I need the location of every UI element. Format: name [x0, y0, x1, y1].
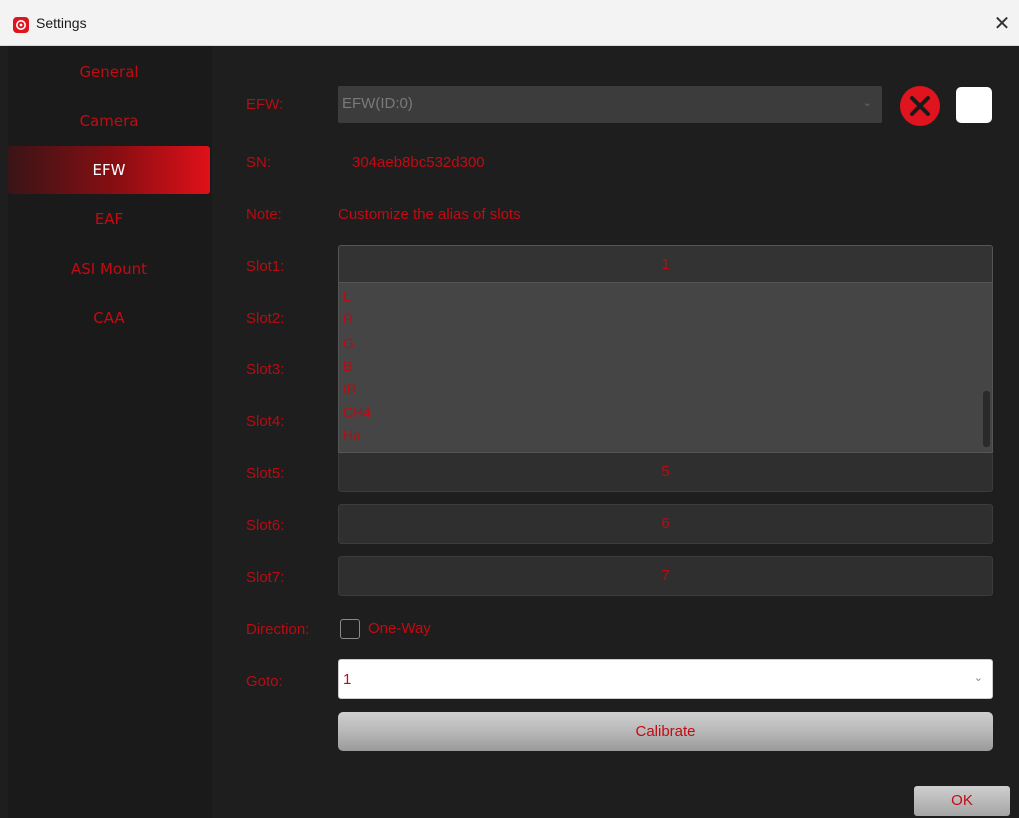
- dropdown-option[interactable]: B: [343, 358, 352, 374]
- efw-device-select[interactable]: EFW(ID:0) ⌄: [338, 86, 882, 123]
- close-icon[interactable]: ✕: [989, 10, 1015, 36]
- sn-value: 304aeb8bc532d300: [352, 154, 485, 171]
- window-title: Settings: [36, 15, 87, 31]
- dropdown-option[interactable]: CH4: [343, 404, 371, 420]
- title-bar: Settings ✕: [0, 0, 1019, 46]
- sidebar: General Camera EFW EAF ASI Mount CAA: [8, 46, 212, 818]
- note-text: Customize the alias of slots: [338, 206, 521, 223]
- note-label: Note:: [246, 206, 282, 223]
- efw-settings-panel: EFW: EFW(ID:0) ⌄ SN: 304aeb8bc532d300 No…: [212, 46, 1019, 818]
- efw-label: EFW:: [246, 96, 284, 113]
- slot5-select[interactable]: 5: [338, 452, 993, 492]
- slot1-label: Slot1:: [246, 258, 285, 275]
- chevron-down-icon: ⌄: [862, 96, 872, 109]
- goto-label: Goto:: [246, 673, 283, 690]
- sidebar-item-eaf[interactable]: EAF: [8, 195, 210, 243]
- ok-button[interactable]: OK: [914, 786, 1010, 816]
- efw-selected-value: EFW(ID:0): [342, 95, 413, 112]
- dropdown-option[interactable]: G: [343, 335, 354, 351]
- sn-label: SN:: [246, 154, 272, 171]
- dropdown-option[interactable]: L: [343, 288, 351, 304]
- slot5-label: Slot5:: [246, 465, 285, 482]
- efw-settings-button[interactable]: [956, 87, 992, 123]
- close-circle-icon: [910, 96, 930, 116]
- slot4-label: Slot4:: [246, 413, 285, 430]
- one-way-checkbox[interactable]: [340, 619, 360, 639]
- slot6-label: Slot6:: [246, 517, 285, 534]
- one-way-label[interactable]: One-Way: [368, 620, 431, 637]
- slot2-label: Slot2:: [246, 310, 285, 327]
- sidebar-item-efw[interactable]: EFW: [8, 146, 210, 194]
- sidebar-item-caa[interactable]: CAA: [8, 294, 210, 342]
- app-logo-icon: [13, 17, 29, 33]
- sidebar-item-asi-mount[interactable]: ASI Mount: [8, 245, 210, 293]
- dropdown-scrollbar[interactable]: [983, 391, 990, 447]
- slot3-label: Slot3:: [246, 361, 285, 378]
- sidebar-item-general[interactable]: General: [8, 48, 210, 96]
- goto-select[interactable]: 1 ⌄: [338, 659, 993, 699]
- sidebar-item-camera[interactable]: Camera: [8, 97, 210, 145]
- dropdown-option[interactable]: Ha: [343, 427, 361, 443]
- slot1-select[interactable]: 1: [338, 245, 993, 285]
- dropdown-option[interactable]: IR: [343, 381, 357, 397]
- slot7-label: Slot7:: [246, 569, 285, 586]
- direction-label: Direction:: [246, 621, 310, 638]
- slot6-select[interactable]: 6: [338, 504, 993, 544]
- dropdown-option[interactable]: R: [343, 311, 353, 327]
- slot1-dropdown-list: L R G B IR CH4 Ha: [338, 282, 993, 453]
- slot7-select[interactable]: 7: [338, 556, 993, 596]
- calibrate-button[interactable]: Calibrate: [338, 712, 993, 751]
- goto-value: 1: [343, 671, 352, 688]
- disconnect-button[interactable]: [900, 86, 940, 126]
- chevron-down-icon: ⌄: [973, 671, 983, 684]
